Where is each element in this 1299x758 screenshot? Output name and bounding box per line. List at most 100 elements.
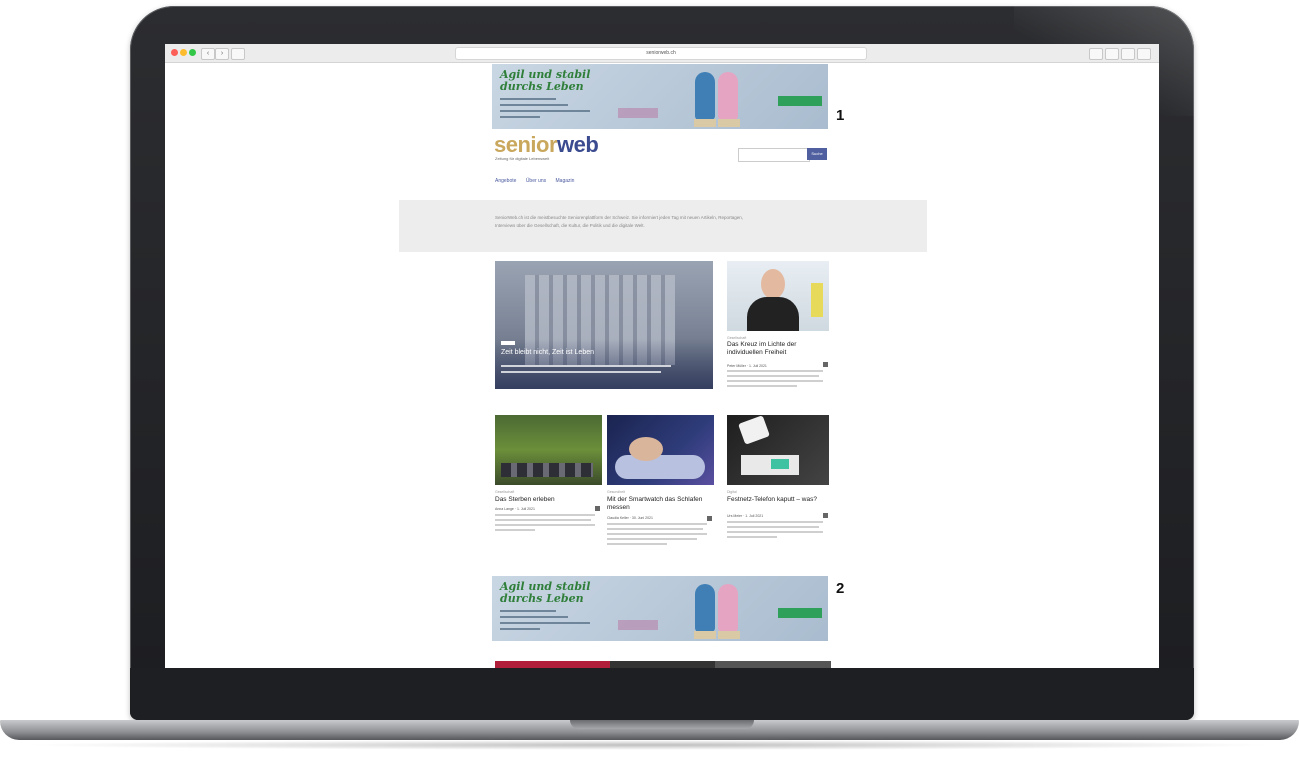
article-title[interactable]: Das Kreuz im Lichte der individuellen Fr… — [727, 341, 823, 356]
bookmark-icon[interactable] — [823, 362, 828, 367]
article-excerpt-line — [727, 380, 823, 382]
hero-excerpt-line — [501, 371, 661, 373]
article-meta: Anna Lange · 1. Juli 2021 — [495, 507, 535, 511]
hero-excerpt-line — [501, 365, 671, 367]
ad-fine-print — [500, 116, 540, 118]
logo-part-web: web — [557, 132, 599, 157]
article-category: Gesellschaft — [495, 490, 515, 494]
article-excerpt-line — [727, 521, 823, 523]
article-excerpt-line — [607, 538, 697, 540]
ad-headline: Agil und stabil durchs Leben — [500, 580, 591, 605]
tabs-icon[interactable] — [1121, 48, 1135, 60]
address-bar[interactable]: seniorweb.ch — [455, 47, 867, 60]
article-title[interactable]: Das Sterben erleben — [495, 496, 595, 504]
logo-part-senior: senior — [494, 132, 558, 157]
article-image-sleep[interactable] — [607, 415, 714, 485]
bookmark-icon[interactable] — [707, 516, 712, 521]
ad-cta-button[interactable] — [778, 96, 822, 106]
main-navigation: Angebote Über uns Magazin — [495, 178, 582, 184]
laptop-chin — [130, 668, 1194, 720]
ad-cta-button[interactable] — [778, 608, 822, 618]
article-category: Gesundheit — [607, 490, 625, 494]
article-meta: Peter Müller · 1. Juli 2021 — [727, 364, 767, 368]
sleep-face — [629, 437, 663, 461]
article-excerpt-line — [495, 519, 591, 521]
share-icon[interactable] — [1105, 48, 1119, 60]
settings-icon[interactable] — [1089, 48, 1103, 60]
ad-brand-logo — [618, 620, 658, 630]
close-window-button[interactable] — [171, 49, 178, 56]
nav-item-ueber-uns[interactable]: Über uns — [526, 178, 546, 184]
phone-display — [771, 459, 789, 469]
ad-brand-logo — [618, 108, 658, 118]
banner-ad-top[interactable]: Agil und stabil durchs Leben — [492, 64, 828, 129]
ad-headline: Agil und stabil durchs Leben — [500, 68, 591, 93]
ad-figure-pink — [718, 72, 738, 120]
article-excerpt-line — [495, 524, 595, 526]
article-excerpt-line — [727, 536, 777, 538]
bookmark-icon[interactable] — [595, 506, 600, 511]
hero-article[interactable]: Zeit bleibt nicht, Zeit ist Leben — [495, 261, 713, 389]
article-excerpt-line — [607, 543, 667, 545]
article-excerpt-line — [727, 531, 823, 533]
ad-fine-print — [500, 628, 540, 630]
next-articles-row-preview — [495, 661, 831, 668]
article-image-field[interactable] — [495, 415, 602, 485]
ad-fine-print — [500, 622, 590, 624]
ad-number-label-1: 1 — [836, 107, 845, 124]
article-image-portrait[interactable] — [727, 261, 829, 331]
sleep-pillow — [615, 455, 705, 479]
ad-fine-print — [500, 610, 556, 612]
ad-fine-print — [500, 104, 568, 106]
intro-banner: SeniorWeb.ch ist die meistbesuchte Senio… — [399, 200, 927, 252]
ad-plinth — [694, 631, 716, 639]
new-tab-icon[interactable] — [1137, 48, 1151, 60]
ad-plinth — [718, 631, 740, 639]
minimize-window-button[interactable] — [180, 49, 187, 56]
article-excerpt-line — [607, 528, 703, 530]
ad-figure-blue — [695, 584, 715, 632]
ad-fine-print — [500, 110, 590, 112]
sidebar-toggle-icon[interactable] — [231, 48, 245, 60]
article-title[interactable]: Festnetz-Telefon kaputt – was? — [727, 496, 823, 504]
article-excerpt-line — [727, 375, 819, 377]
search-button[interactable]: Suche — [807, 148, 827, 160]
laptop-notch — [570, 720, 754, 729]
hero-overlay — [495, 339, 713, 389]
hero-title: Zeit bleibt nicht, Zeit ist Leben — [501, 349, 594, 356]
nav-item-angebote[interactable]: Angebote — [495, 178, 516, 184]
phone-handset — [738, 415, 770, 445]
ad-fine-print — [500, 616, 568, 618]
ad-plinth — [694, 119, 716, 127]
article-excerpt-line — [495, 529, 535, 531]
article-image-phone[interactable] — [727, 415, 829, 485]
ad-fine-print — [500, 98, 556, 100]
portrait-body — [747, 297, 799, 331]
article-excerpt-line — [607, 533, 707, 535]
intro-text: SeniorWeb.ch ist die meistbesuchte Senio… — [495, 215, 743, 228]
ad-plinth — [718, 119, 740, 127]
article-meta: Claudia Keller · 30. Juni 2021 — [607, 516, 653, 520]
phone-base — [741, 455, 799, 475]
field-stones — [501, 463, 593, 477]
browser-screen: ‹ › seniorweb.ch Agil und stabil durchs … — [165, 44, 1159, 668]
article-title[interactable]: Mit der Smartwatch das Schlafen messen — [607, 496, 707, 511]
ad-number-label-2: 2 — [836, 580, 845, 597]
site-logo[interactable]: seniorweb — [494, 132, 599, 158]
portrait-accent — [811, 283, 823, 317]
article-category: Gesellschaft — [727, 336, 747, 340]
back-button[interactable]: ‹ — [201, 48, 215, 60]
article-excerpt-line — [727, 526, 819, 528]
logo-tagline: Zeitung für digitale Lebenswelt — [495, 156, 550, 161]
nav-item-magazin[interactable]: Magazin — [556, 178, 575, 184]
search-input[interactable] — [738, 148, 810, 162]
forward-button[interactable]: › — [215, 48, 229, 60]
article-excerpt-line — [495, 514, 595, 516]
hero-category-badge — [501, 341, 515, 345]
article-excerpt-line — [727, 385, 797, 387]
portrait-head — [761, 269, 785, 299]
banner-ad-bottom[interactable]: Agil und stabil durchs Leben — [492, 576, 828, 641]
article-excerpt-line — [727, 370, 823, 372]
maximize-window-button[interactable] — [189, 49, 196, 56]
bookmark-icon[interactable] — [823, 513, 828, 518]
